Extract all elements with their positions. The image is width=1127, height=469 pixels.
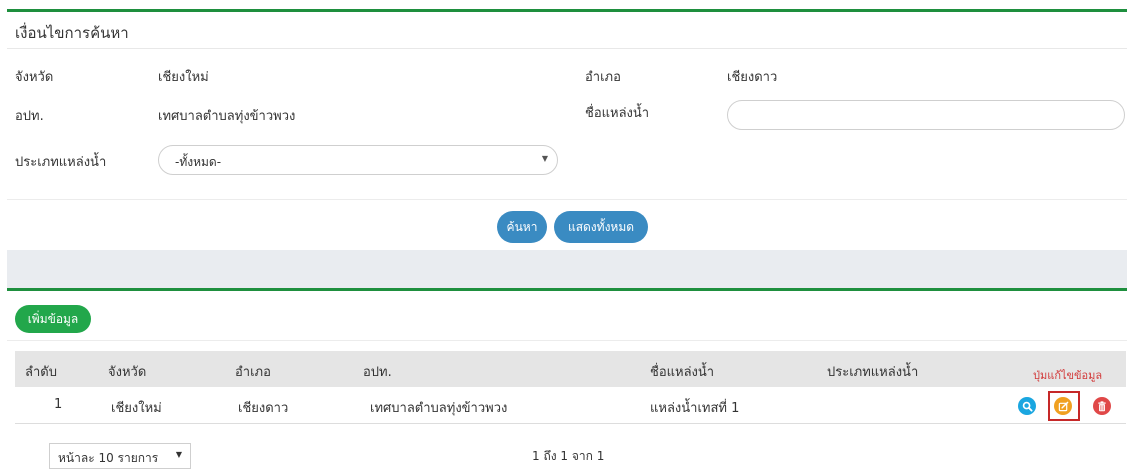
form-divider xyxy=(7,199,1127,200)
header-district[interactable]: อำเภอ xyxy=(235,361,271,382)
lao-label: อปท. xyxy=(15,109,44,124)
chevron-down-icon: ▼ xyxy=(541,154,548,163)
cell-order: 1 xyxy=(54,397,63,412)
edit-button-note: ปุ่มแก้ไขข้อมูล xyxy=(1033,369,1103,382)
table-row-divider xyxy=(15,423,1126,424)
source-name-label: ชื่อแหล่งน้ำ xyxy=(585,106,650,121)
header-lao[interactable]: อปท. xyxy=(363,361,392,382)
section-spacer xyxy=(7,250,1127,288)
panel-title-divider xyxy=(7,48,1127,49)
header-source-type[interactable]: ประเภทแหล่งน้ำ xyxy=(827,361,918,382)
show-all-button[interactable]: แสดงทั้งหมด xyxy=(554,211,648,243)
source-type-select[interactable]: -ทั้งหมด- ▼ xyxy=(158,145,558,175)
table-header xyxy=(15,351,1126,387)
header-order[interactable]: ลำดับ xyxy=(25,361,57,382)
toolbar-divider xyxy=(7,340,1127,341)
per-page-value: หน้าละ 10 รายการ xyxy=(58,451,159,465)
add-data-button[interactable]: เพิ่มข้อมูล xyxy=(15,305,91,333)
pencil-square-icon xyxy=(1058,401,1068,411)
table-panel-top-border xyxy=(7,288,1127,291)
view-icon[interactable] xyxy=(1018,397,1036,415)
trash-icon xyxy=(1098,400,1106,411)
cell-lao: เทศบาลตำบลทุ่งข้าวพวง xyxy=(370,401,508,416)
cell-province: เชียงใหม่ xyxy=(111,401,162,416)
cell-district: เชียงดาว xyxy=(238,401,289,416)
edit-icon[interactable] xyxy=(1054,397,1072,415)
district-label: อำเภอ xyxy=(585,70,621,85)
source-type-selected-value: -ทั้งหมด- xyxy=(175,155,222,169)
chevron-down-icon: ▼ xyxy=(175,450,182,459)
paging-info: 1 ถึง 1 จาก 1 xyxy=(532,449,605,463)
cell-source-name: แหล่งน้ำเทสที่ 1 xyxy=(650,401,740,416)
search-button[interactable]: ค้นหา xyxy=(497,211,547,243)
header-source-name[interactable]: ชื่อแหล่งน้ำ xyxy=(650,361,714,382)
source-name-input[interactable] xyxy=(727,100,1125,130)
panel-top-border xyxy=(7,9,1127,12)
district-value: เชียงดาว xyxy=(727,70,778,85)
search-panel-title: เงื่อนไขการค้นหา xyxy=(15,24,129,42)
province-value: เชียงใหม่ xyxy=(158,70,209,85)
lao-value: เทศบาลตำบลทุ่งข้าวพวง xyxy=(158,109,296,124)
magnifier-icon xyxy=(1022,401,1033,412)
source-type-label: ประเภทแหล่งน้ำ xyxy=(15,155,107,170)
per-page-select[interactable]: หน้าละ 10 รายการ ▼ xyxy=(49,443,191,469)
delete-icon[interactable] xyxy=(1093,397,1111,415)
province-label: จังหวัด xyxy=(15,70,54,85)
header-province[interactable]: จังหวัด xyxy=(108,361,146,382)
